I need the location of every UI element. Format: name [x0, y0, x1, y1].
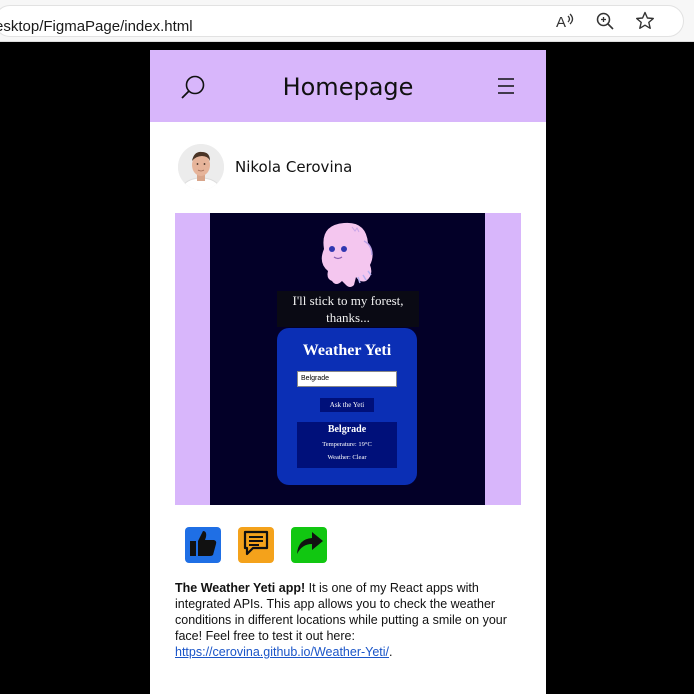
- browser-toolbar: esktop/FigmaPage/index.html A: [0, 0, 694, 42]
- header: Homepage: [150, 50, 546, 122]
- profile-name[interactable]: Nikola Cerovina: [235, 158, 352, 176]
- yeti-illustration: [308, 219, 388, 289]
- ask-yeti-button-preview: Ask the Yeti: [320, 398, 374, 412]
- post-title: The Weather Yeti app!: [175, 581, 306, 595]
- read-aloud-icon[interactable]: A: [555, 10, 577, 32]
- result-temperature: Temperature: 19°C: [322, 441, 372, 448]
- post-end: .: [389, 645, 393, 659]
- weather-yeti-link[interactable]: https://cerovina.github.io/Weather-Yeti/: [175, 645, 389, 659]
- zoom-icon[interactable]: [594, 10, 616, 32]
- weather-yeti-title: Weather Yeti: [302, 342, 392, 359]
- profile[interactable]: Nikola Cerovina: [178, 144, 352, 190]
- share-icon: [294, 528, 324, 563]
- action-bar: [185, 527, 327, 563]
- weather-card: Weather Yeti Belgrade Ask the Yeti Belgr…: [277, 328, 417, 485]
- weather-result: Belgrade Temperature: 19°C Weather: Clea…: [297, 422, 397, 468]
- comment-icon: [241, 528, 271, 563]
- menu-icon[interactable]: [493, 73, 523, 103]
- page-title: Homepage: [282, 73, 414, 101]
- avatar[interactable]: [178, 144, 224, 190]
- like-button[interactable]: [185, 527, 221, 563]
- post-image: I'll stick to my forest, thanks... Weath…: [175, 213, 521, 505]
- address-bar[interactable]: esktop/FigmaPage/index.html: [0, 5, 684, 37]
- yeti-quote: I'll stick to my forest, thanks...: [277, 291, 419, 327]
- post-description: The Weather Yeti app! It is one of my Re…: [175, 580, 521, 660]
- svg-text:A: A: [556, 14, 566, 30]
- address-text[interactable]: esktop/FigmaPage/index.html: [0, 18, 193, 35]
- favorite-star-icon[interactable]: [634, 10, 656, 32]
- result-weather: Weather: Clear: [327, 454, 367, 461]
- city-input-preview: Belgrade: [297, 371, 397, 387]
- weather-yeti-screenshot: I'll stick to my forest, thanks... Weath…: [210, 213, 485, 505]
- comment-button[interactable]: [238, 527, 274, 563]
- share-button[interactable]: [291, 527, 327, 563]
- thumbs-up-icon: [188, 528, 218, 563]
- result-city: Belgrade: [327, 424, 367, 435]
- homepage: Homepage Nikola Cerovina I'll stick to m…: [150, 50, 546, 694]
